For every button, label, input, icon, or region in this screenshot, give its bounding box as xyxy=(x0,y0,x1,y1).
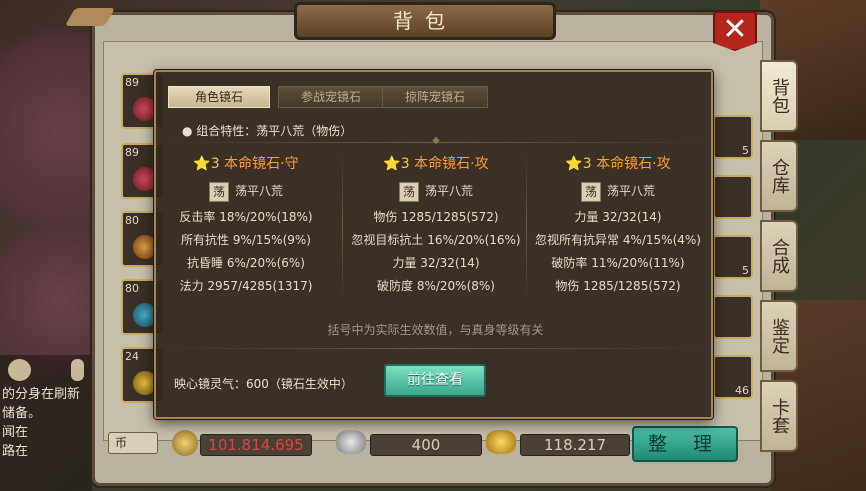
chat-line: 储备。 xyxy=(2,406,42,421)
item-slot[interactable] xyxy=(713,175,753,219)
stat-line: 忽视目标抗土 16%/20%(16%) xyxy=(351,233,521,247)
mirror-stone-column: ⭐3 本命镜石·攻 荡荡平八荒 物伤 1285/1285(572) 忽视目标抗土… xyxy=(346,154,526,298)
gold-ingot-icon xyxy=(486,430,516,454)
tab-battle-pet-mirror-stone[interactable]: 参战宠镜石 xyxy=(278,86,384,108)
stat-line: 力量 32/32(14) xyxy=(574,210,662,224)
chat-line: 路在 xyxy=(2,444,29,459)
mirror-stone-panel: 角色镜石 参战宠镜石 掠阵宠镜石 ● 组合特性：荡平八荒（物伤） ◆ ⭐3 本命… xyxy=(154,70,715,419)
stone-title: ⭐3 本命镜石·守 xyxy=(156,154,336,176)
chat-line: 的分身在刷新 xyxy=(2,387,81,402)
chat-panel[interactable]: 的分身在刷新 储备。 闻在 路在 xyxy=(0,355,92,491)
stat-line: 抗昏睡 6%/20%(6%) xyxy=(187,256,305,270)
stone-name: 本命镜石·守 xyxy=(224,156,299,172)
slot-count: 80 xyxy=(125,214,139,227)
divider xyxy=(156,348,715,349)
star-rank: ⭐3 xyxy=(565,156,592,172)
item-slot[interactable] xyxy=(713,295,753,339)
currency-toggle-label: 币 xyxy=(115,436,128,450)
stat-line: 忽视所有抗异常 4%/15%(4%) xyxy=(535,233,701,247)
tab-role-mirror-stone[interactable]: 角色镜石 xyxy=(168,86,270,108)
goto-view-button[interactable]: 前往查看 xyxy=(384,364,486,397)
stone-title: ⭐3 本命镜石·攻 xyxy=(346,154,526,176)
silver-ingot-icon xyxy=(336,430,366,454)
chat-line: 闻在 xyxy=(2,425,29,440)
combo-trait: ● 组合特性：荡平八荒（物伤） xyxy=(182,124,353,138)
tidy-button[interactable]: 整 理 xyxy=(632,426,738,462)
chat-toolbar xyxy=(0,355,92,385)
window-title: 背包 xyxy=(294,2,556,40)
tag-icon: 荡 xyxy=(398,181,419,202)
mirror-stone-column: ⭐3 本命镜石·攻 荡荡平八荒 力量 32/32(14) 忽视所有抗异常 4%/… xyxy=(528,154,708,298)
tag-icon: 荡 xyxy=(208,181,229,202)
tab-bag[interactable]: 背包 xyxy=(760,60,798,132)
item-slot[interactable]: 5 xyxy=(713,235,753,279)
slot-count: 80 xyxy=(125,282,139,295)
tab-warehouse[interactable]: 仓库 xyxy=(760,140,798,212)
stone-name: 本命镜石·攻 xyxy=(596,156,671,172)
stone-tag: 荡荡平八荒 xyxy=(156,180,336,206)
tab-card-sleeve[interactable]: 卡套 xyxy=(760,380,798,452)
silver-amount: 400 xyxy=(370,434,482,456)
tab-synthesis[interactable]: 合成 xyxy=(760,220,798,292)
item-slot[interactable]: 46 xyxy=(713,355,753,399)
slot-count: 89 xyxy=(125,76,139,89)
stat-line: 物伤 1285/1285(572) xyxy=(373,210,499,224)
currency-toggle[interactable]: 币 xyxy=(108,432,158,454)
tag-text: 荡平八荒 xyxy=(606,184,655,198)
stone-tag: 荡荡平八荒 xyxy=(346,180,526,206)
slot-count: 89 xyxy=(125,146,139,159)
stone-title: ⭐3 本命镜石·攻 xyxy=(528,154,708,176)
tag-icon: 荡 xyxy=(580,181,601,202)
star-rank: ⭐3 xyxy=(383,156,410,172)
ornament-icon: ◆ xyxy=(432,135,440,146)
stat-line: 反击率 18%/20%(18%) xyxy=(179,210,313,224)
slot-count: 46 xyxy=(735,384,749,397)
ingot-amount: 118.217 xyxy=(520,434,630,456)
slot-count: 24 xyxy=(125,350,139,363)
gold-amount: 101.814.695 xyxy=(200,434,312,456)
close-button[interactable]: ✕ xyxy=(713,11,757,51)
stat-line: 所有抗性 9%/15%(9%) xyxy=(181,233,311,247)
mirror-spirit-status: 映心镜灵气：600（镜石生效中） xyxy=(174,377,353,391)
stat-line: 法力 2957/4285(1317) xyxy=(179,279,313,293)
slot-count: 5 xyxy=(742,264,749,277)
mirror-stone-column: ⭐3 本命镜石·守 荡荡平八荒 反击率 18%/20%(18%) 所有抗性 9%… xyxy=(156,154,336,298)
slot-count: 5 xyxy=(742,144,749,157)
tag-text: 荡平八荒 xyxy=(424,184,473,198)
stat-line: 破防度 8%/20%(8%) xyxy=(377,279,495,293)
gold-coin-icon xyxy=(172,430,198,456)
stat-line: 力量 32/32(14) xyxy=(392,256,480,270)
tab-support-pet-mirror-stone[interactable]: 掠阵宠镜石 xyxy=(382,86,488,108)
chat-bubble-icon[interactable] xyxy=(8,359,31,381)
stat-line: 破防率 11%/20%(11%) xyxy=(551,256,685,270)
footnote: 括号中为实际生效数值，与真身等级有关 xyxy=(327,323,544,337)
tab-appraise[interactable]: 鉴定 xyxy=(760,300,798,372)
microphone-icon[interactable] xyxy=(70,359,84,381)
stone-tag: 荡荡平八荒 xyxy=(528,180,708,206)
column-divider xyxy=(342,152,343,302)
item-slot[interactable]: 5 xyxy=(713,115,753,159)
stone-name: 本命镜石·攻 xyxy=(414,156,489,172)
column-divider xyxy=(526,152,527,302)
star-rank: ⭐3 xyxy=(193,156,220,172)
stat-line: 物伤 1285/1285(572) xyxy=(555,279,681,293)
tag-text: 荡平八荒 xyxy=(234,184,283,198)
